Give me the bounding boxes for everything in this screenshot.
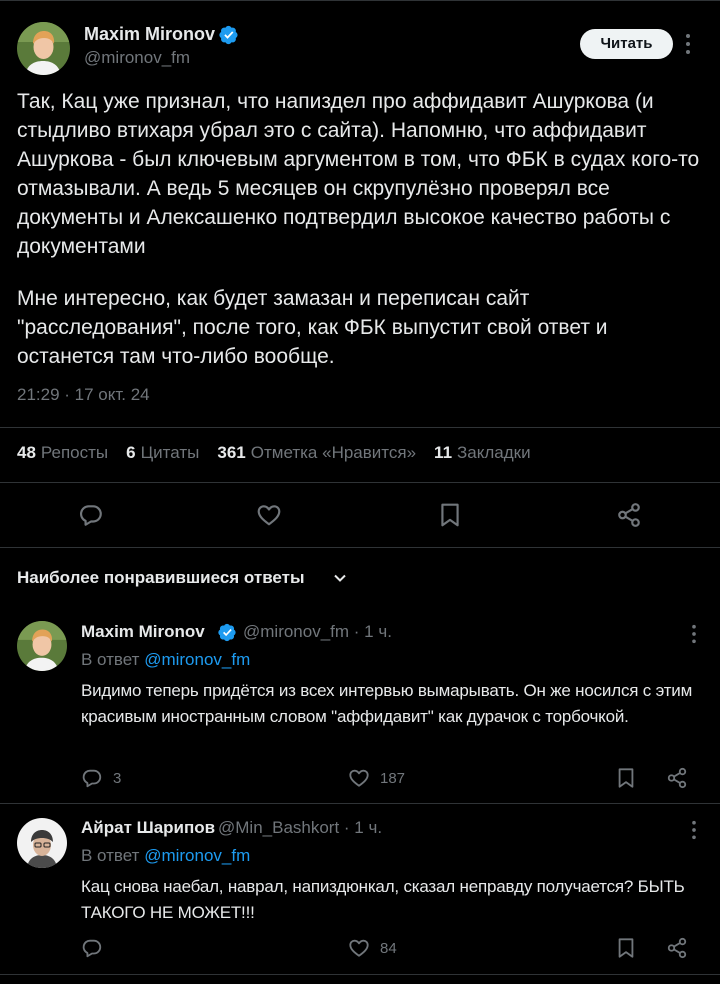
divider	[0, 482, 720, 483]
reply-prefix: В ответ	[81, 846, 140, 865]
tweet-text-paragraph: Мне интересно, как будет замазан и переп…	[17, 287, 608, 368]
divider	[0, 974, 720, 975]
like-icon[interactable]	[348, 767, 370, 789]
reply-author-name[interactable]: Айрат Шарипов	[81, 818, 215, 838]
bookmark-icon[interactable]	[615, 767, 637, 789]
author-handle[interactable]: @mironov_fm	[84, 48, 190, 68]
quotes-stat[interactable]: 6 Цитаты	[126, 443, 199, 463]
reply-to-line: В ответ @mironov_fm	[81, 846, 250, 866]
reply-text: Кац снова наебал, наврал, напиздюнкал, с…	[81, 877, 685, 922]
reply-handle-time[interactable]: @Min_Bashkort · 1 ч.	[218, 818, 382, 838]
reply-icon[interactable]	[81, 767, 103, 789]
reply-author-name[interactable]: Maxim Mironov	[81, 622, 205, 642]
share-icon[interactable]	[666, 937, 688, 959]
divider	[0, 803, 720, 804]
reposts-stat[interactable]: 48 Репосты	[17, 443, 108, 463]
reply-to-link[interactable]: @mironov_fm	[144, 650, 250, 669]
divider	[0, 547, 720, 548]
more-icon[interactable]	[691, 624, 697, 644]
reply-avatar[interactable]	[17, 818, 67, 868]
share-icon[interactable]	[666, 767, 688, 789]
reply-icon[interactable]	[81, 937, 103, 959]
engagement-stats: 48 Репосты 6 Цитаты 361 Отметка «Нравится» …	[17, 443, 549, 463]
share-icon[interactable]	[616, 502, 642, 528]
replies-sort-header[interactable]: Наиболее понравившиеся ответы	[17, 568, 305, 588]
more-icon[interactable]	[691, 820, 697, 840]
reply-avatar[interactable]	[17, 621, 67, 671]
top-border	[0, 0, 720, 6]
tweet-timestamp[interactable]: 21:29 · 17 окт. 24	[17, 385, 150, 405]
reply-icon[interactable]	[78, 502, 104, 528]
verified-badge-icon	[218, 623, 237, 642]
tweet-text-paragraph: Так, Кац уже признал, что напиздел про а…	[17, 90, 700, 258]
bookmark-icon[interactable]	[615, 937, 637, 959]
like-icon[interactable]	[256, 502, 282, 528]
bookmark-icon[interactable]	[437, 502, 463, 528]
follow-button[interactable]: Читать	[580, 29, 673, 59]
chevron-down-icon[interactable]	[333, 571, 347, 585]
like-count: 84	[380, 940, 397, 957]
bookmarks-stat[interactable]: 11 Закладки	[434, 443, 531, 463]
divider	[0, 427, 720, 428]
author-avatar[interactable]	[17, 22, 70, 75]
reply-handle-time[interactable]: @mironov_fm · 1 ч.	[243, 622, 392, 642]
reply-text: Видимо теперь придётся из всех интервью …	[81, 681, 693, 726]
like-icon[interactable]	[348, 937, 370, 959]
author-name[interactable]: Maxim Mironov	[84, 24, 215, 45]
reply-to-line: В ответ @mironov_fm	[81, 650, 250, 670]
like-count: 187	[380, 770, 406, 787]
likes-stat[interactable]: 361 Отметка «Нравится»	[217, 443, 416, 463]
verified-badge-icon	[219, 25, 239, 45]
more-icon[interactable]	[685, 33, 691, 55]
reply-to-link[interactable]: @mironov_fm	[144, 846, 250, 865]
reply-prefix: В ответ	[81, 650, 140, 669]
reply-count: 3	[113, 770, 122, 787]
